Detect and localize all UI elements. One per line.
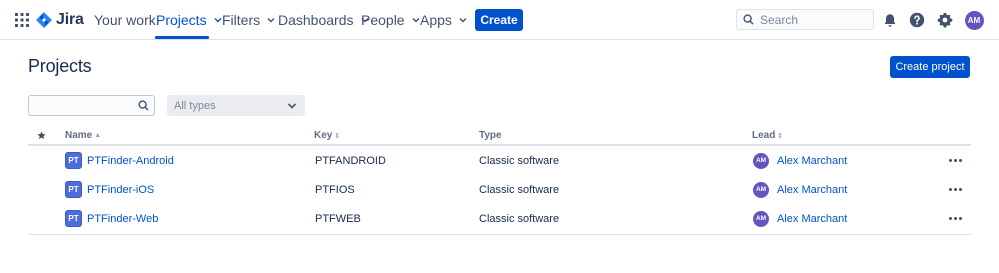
- project-key: PTFWEB: [315, 212, 361, 225]
- search-input[interactable]: [760, 12, 870, 27]
- project-type: Classic software: [479, 183, 560, 196]
- app-switcher-button[interactable]: [12, 0, 32, 40]
- nav-your-work-label: Your work: [94, 12, 156, 28]
- chevron-down-icon: [267, 18, 275, 23]
- jira-logo-icon: [36, 12, 52, 28]
- table-row: PT PTFinder-iOS PTFIOS Classic software …: [28, 175, 971, 204]
- project-lead-cell: AM Alex Marchant: [753, 146, 847, 175]
- column-lead-label: Lead: [752, 130, 776, 141]
- search-icon: [743, 14, 754, 25]
- sort-icon: ⇕: [777, 132, 784, 140]
- create-project-button[interactable]: Create project: [890, 56, 970, 78]
- type-filter-value: All types: [174, 99, 216, 112]
- logo-text: Jira: [56, 11, 84, 28]
- nav-projects-label: Projects: [156, 12, 207, 28]
- project-lead-cell: AM Alex Marchant: [753, 204, 847, 233]
- project-key: PTFIOS: [315, 183, 355, 196]
- search-field[interactable]: [736, 9, 874, 30]
- chevron-down-icon: [287, 103, 297, 109]
- nav-filters-label: Filters: [222, 12, 261, 28]
- project-lead-link[interactable]: Alex Marchant: [777, 213, 847, 225]
- settings-icon: [937, 12, 953, 28]
- search-icon: [138, 100, 149, 111]
- project-avatar[interactable]: PT: [65, 210, 82, 227]
- settings-button[interactable]: [934, 9, 956, 31]
- project-name-link[interactable]: PTFinder-Android: [87, 155, 174, 167]
- project-name-cell: PT PTFinder-Web: [65, 204, 158, 233]
- star-icon[interactable]: [37, 131, 46, 140]
- sort-ascending-icon: ▲: [94, 132, 102, 139]
- type-filter-select[interactable]: All types: [167, 95, 305, 116]
- nav-your-work[interactable]: Your work: [94, 0, 156, 40]
- nav-apps-label: Apps: [420, 12, 452, 28]
- project-lead-link[interactable]: Alex Marchant: [777, 155, 847, 167]
- column-header-lead[interactable]: Lead ⇕: [752, 130, 783, 141]
- project-type: Classic software: [479, 212, 560, 225]
- column-header-key[interactable]: Key ⇕: [314, 130, 340, 141]
- column-header-name[interactable]: Name ▲: [65, 130, 101, 141]
- column-key-label: Key: [314, 130, 333, 141]
- lead-avatar[interactable]: AM: [753, 152, 769, 169]
- project-lead-cell: AM Alex Marchant: [753, 175, 847, 204]
- help-button[interactable]: [906, 9, 928, 31]
- table-row: PT PTFinder-Web PTFWEB Classic software …: [28, 204, 971, 233]
- project-lead-link[interactable]: Alex Marchant: [777, 184, 847, 196]
- user-avatar: AM: [964, 10, 984, 30]
- nav-people-label: People: [361, 12, 405, 28]
- nav-dashboards[interactable]: Dashboards: [278, 0, 370, 40]
- project-key: PTFANDROID: [315, 154, 386, 167]
- notifications-icon: [884, 13, 896, 27]
- project-name-link[interactable]: PTFinder-Web: [87, 213, 158, 225]
- table-bottom-border: [28, 234, 971, 235]
- notifications-button[interactable]: [879, 9, 901, 31]
- page-title: Projects: [28, 56, 92, 76]
- project-search-input[interactable]: [29, 96, 133, 115]
- nav-filters[interactable]: Filters: [222, 0, 276, 40]
- column-name-label: Name: [65, 130, 93, 141]
- app-switcher-icon: [15, 13, 29, 27]
- more-actions-button[interactable]: [947, 153, 963, 167]
- project-search-field[interactable]: [28, 95, 155, 116]
- table-header: Name ▲ Key ⇕ Type Lead ⇕: [28, 128, 971, 146]
- top-navigation: Jira Your work Projects Filters Dashboar…: [0, 0, 999, 40]
- project-name-cell: PT PTFinder-iOS: [65, 175, 154, 204]
- nav-dashboards-label: Dashboards: [278, 12, 354, 28]
- more-actions-button[interactable]: [947, 182, 963, 196]
- more-actions-button[interactable]: [947, 211, 963, 225]
- create-button[interactable]: Create: [475, 9, 523, 31]
- project-type: Classic software: [479, 154, 560, 167]
- project-name-cell: PT PTFinder-Android: [65, 146, 174, 175]
- projects-table: Name ▲ Key ⇕ Type Lead ⇕ PT PTFinder-Androi…: [28, 128, 971, 235]
- table-row: PT PTFinder-Android PTFANDROID Classic s…: [28, 146, 971, 175]
- project-avatar[interactable]: PT: [65, 152, 82, 169]
- help-icon: [909, 12, 925, 28]
- project-avatar[interactable]: PT: [65, 181, 82, 198]
- lead-avatar[interactable]: AM: [753, 210, 769, 227]
- nav-people[interactable]: People: [361, 0, 421, 40]
- column-type-label: Type: [479, 130, 502, 141]
- jira-logo[interactable]: Jira: [36, 0, 84, 40]
- sort-icon: ⇕: [334, 132, 341, 140]
- chevron-down-icon: [459, 18, 467, 23]
- active-tab-indicator: [155, 36, 209, 39]
- nav-apps[interactable]: Apps: [420, 0, 468, 40]
- lead-avatar[interactable]: AM: [753, 181, 769, 198]
- project-name-link[interactable]: PTFinder-iOS: [87, 184, 154, 196]
- column-header-type: Type: [479, 130, 502, 141]
- nav-projects[interactable]: Projects: [156, 0, 223, 40]
- profile-button[interactable]: AM: [963, 9, 985, 31]
